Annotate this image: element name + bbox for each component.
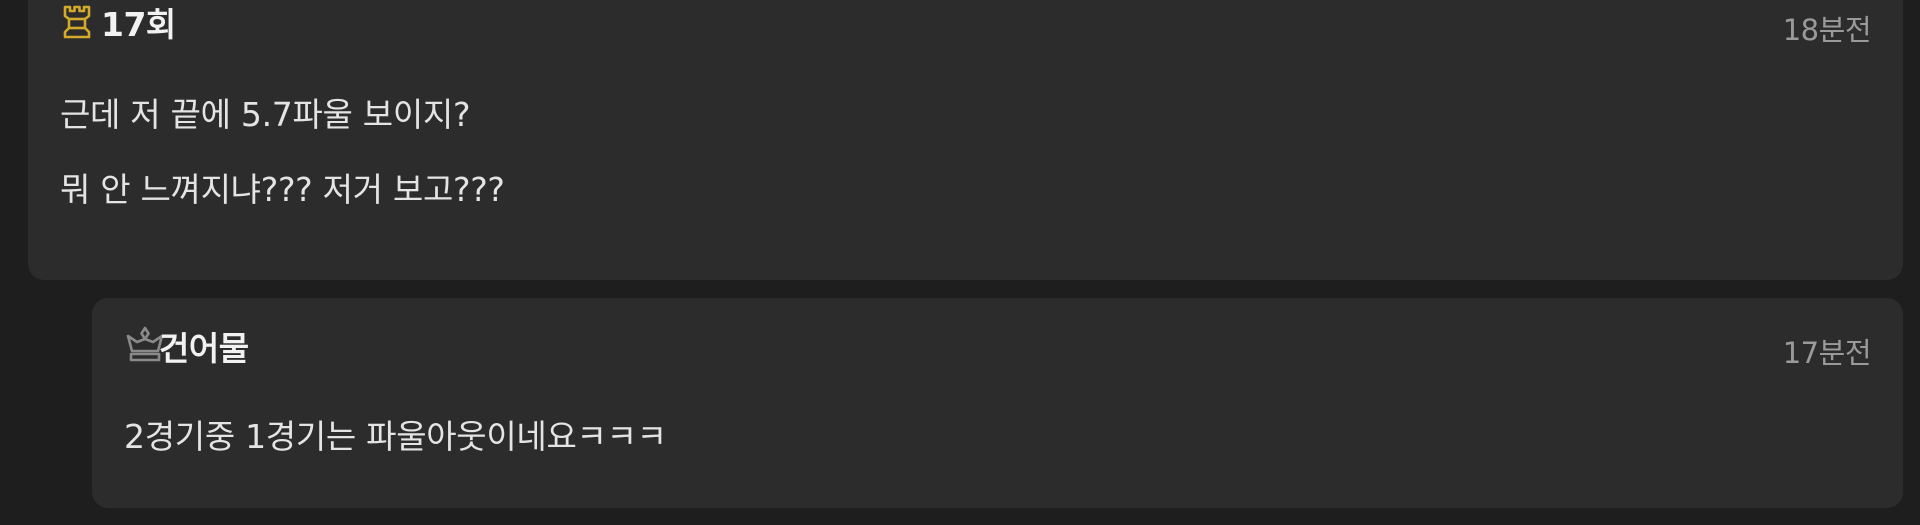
comment-header: 17회 — [61, 0, 176, 44]
comment-text-line: 근데 저 끝에 5.7파울 보이지? — [60, 95, 471, 134]
comment-time: 17분전 — [1782, 336, 1872, 370]
comment-nickname[interactable]: 17회 — [101, 0, 176, 46]
reply-card: 건어물 17분전 2경기중 1경기는 파울아웃이네요ㅋㅋㅋ — [92, 298, 1903, 508]
comment-text-line: 뭐 안 느껴지냐??? 저거 보고??? — [60, 170, 505, 209]
gold-rook-icon — [61, 4, 93, 40]
gray-crown-icon — [125, 326, 164, 364]
comment-header: 건어물 — [125, 324, 249, 368]
comment-time: 18분전 — [1782, 13, 1872, 47]
comment-nickname[interactable]: 건어물 — [159, 322, 249, 370]
comment-text-line: 2경기중 1경기는 파울아웃이네요ㅋㅋㅋ — [124, 417, 667, 456]
comment-card: 17회 18분전 근데 저 끝에 5.7파울 보이지? 뭐 안 느껴지냐??? … — [28, 0, 1903, 280]
